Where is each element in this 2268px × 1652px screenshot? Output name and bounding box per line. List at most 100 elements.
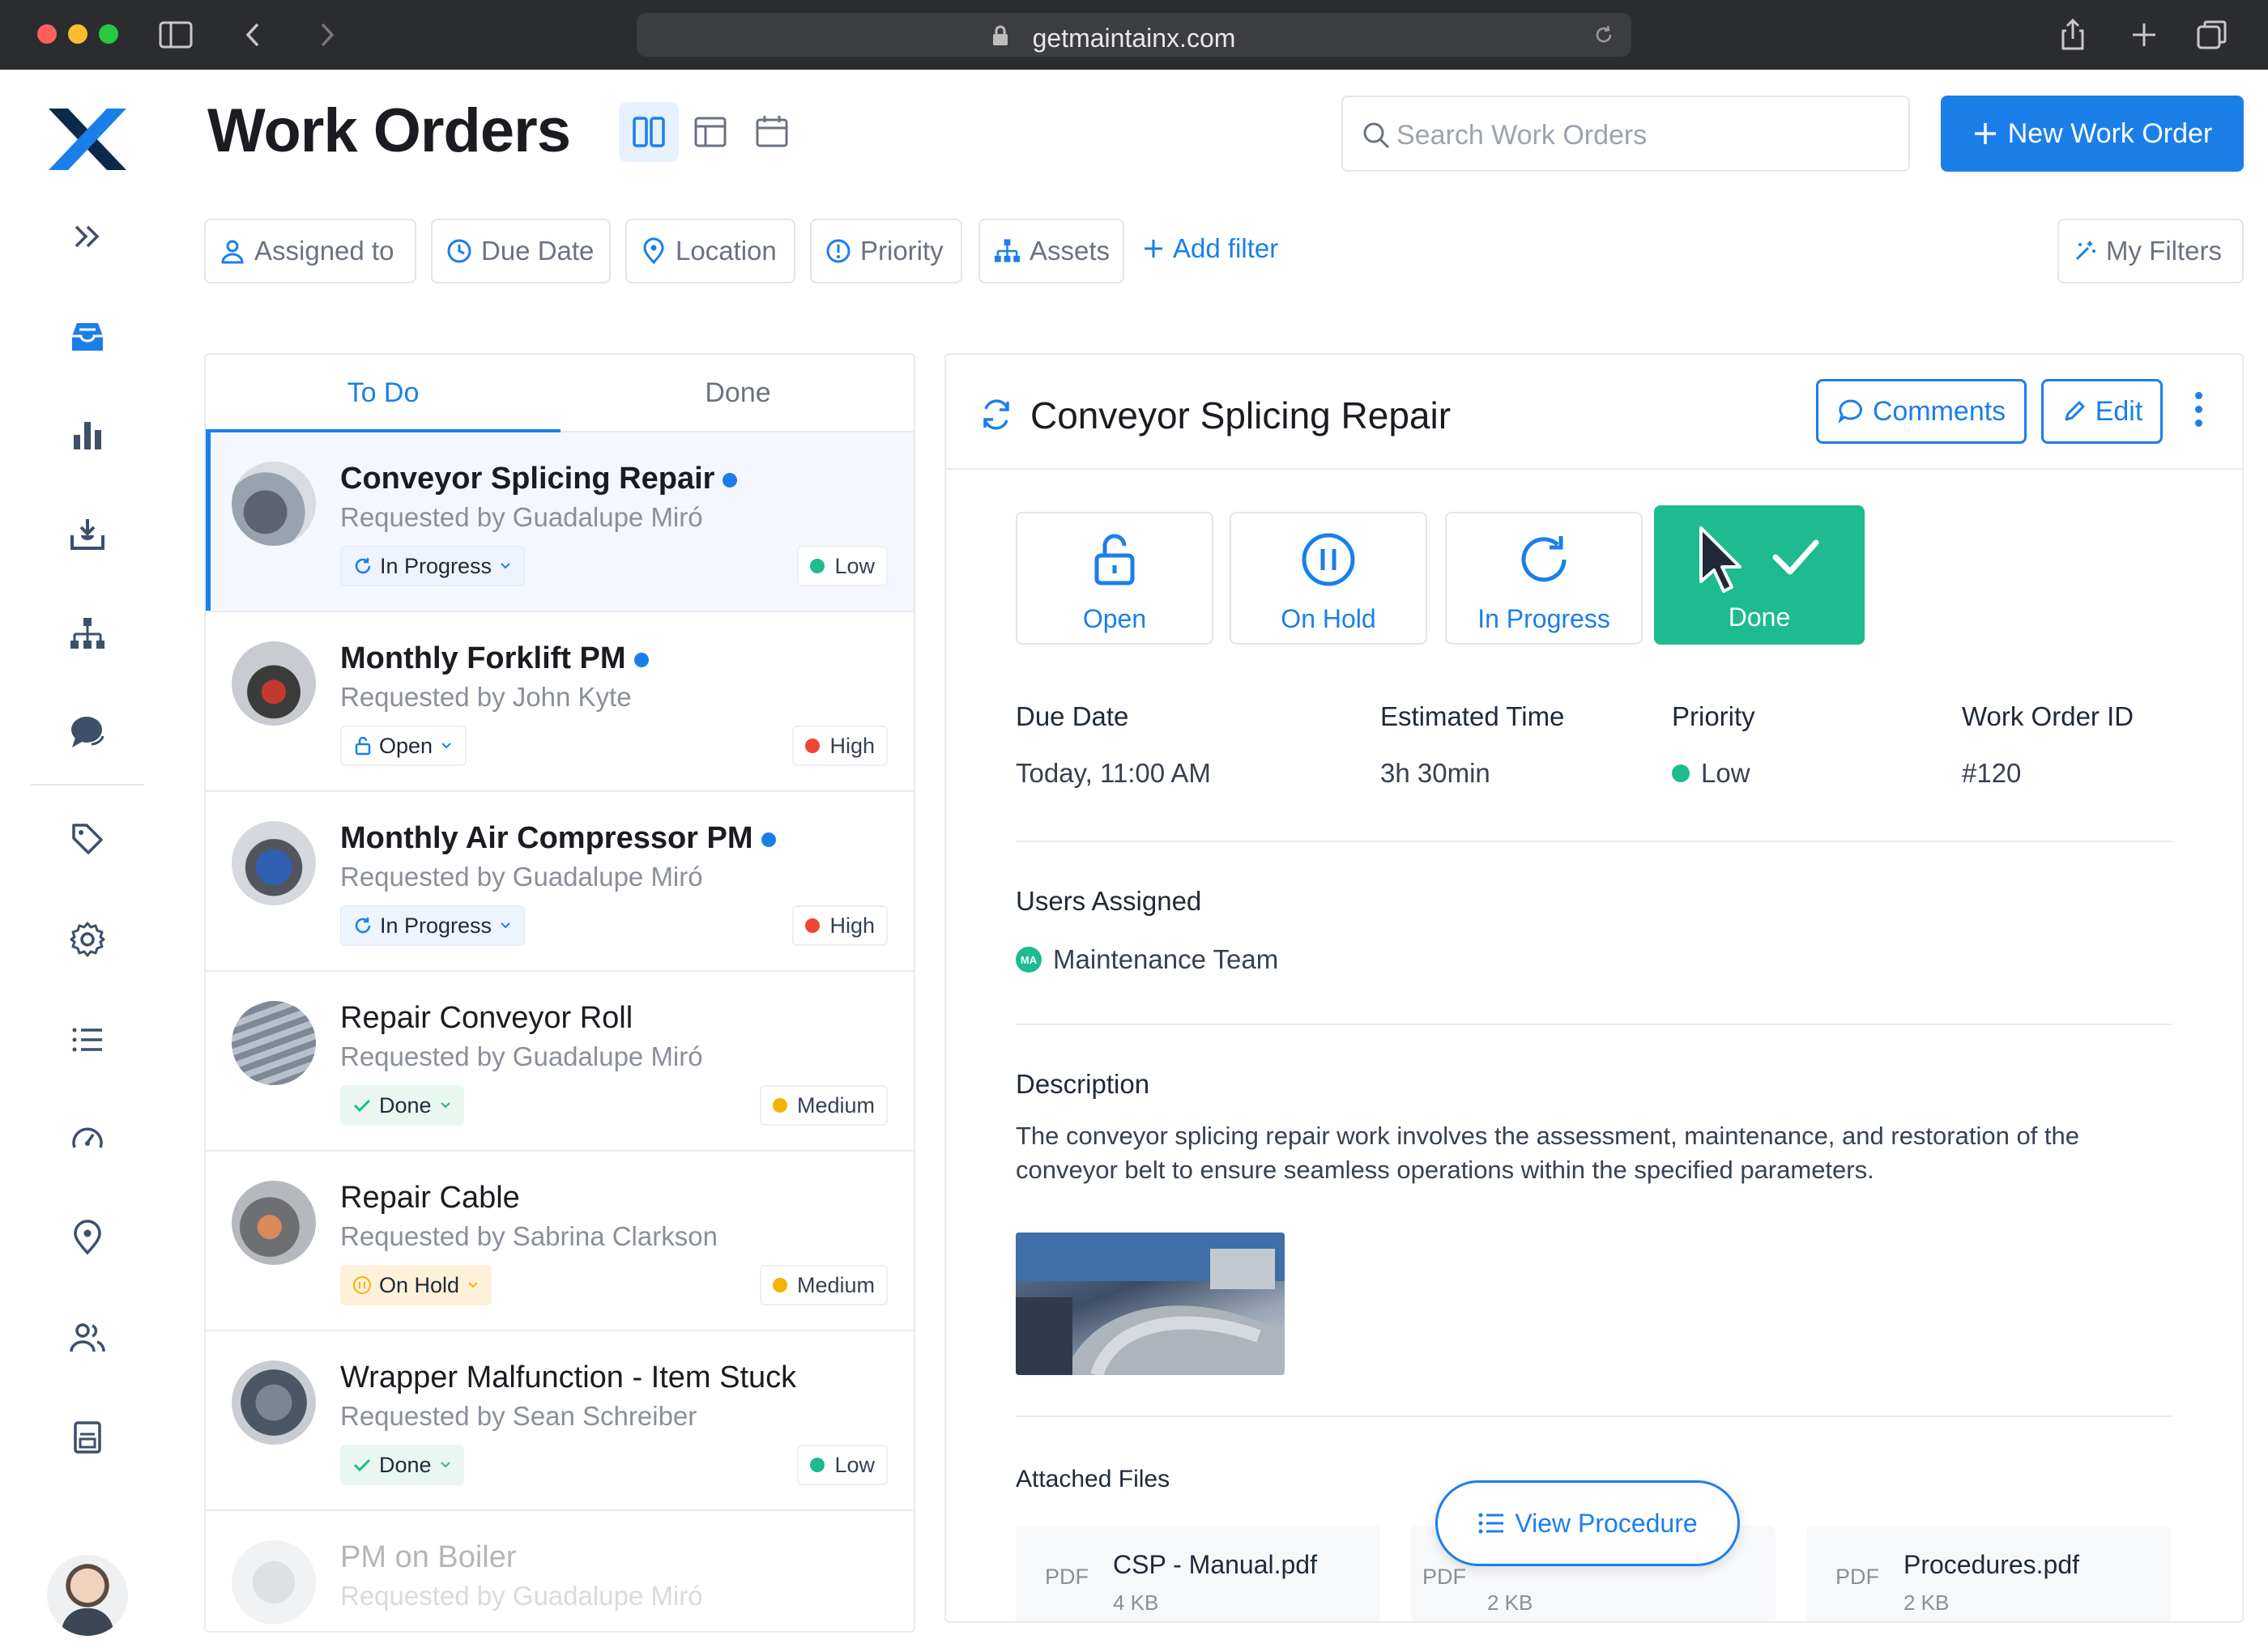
list-icon — [1478, 1513, 1504, 1534]
address-bar[interactable]: getmaintainx.com — [637, 13, 1631, 57]
plus-icon — [1145, 240, 1162, 258]
status-dropdown[interactable]: On Hold — [340, 1265, 492, 1305]
assets-hierarchy-nav-icon[interactable] — [65, 611, 110, 656]
messages-nav-icon[interactable] — [65, 709, 110, 755]
filter-assets[interactable]: Assets — [978, 219, 1124, 283]
pencil-icon — [2065, 401, 2085, 421]
work-order-requester: Requested by Guadalupe Miró — [340, 502, 703, 532]
minimize-window-button[interactable] — [68, 24, 87, 44]
teams-users-nav-icon[interactable] — [65, 1315, 110, 1360]
priority-badge: Low — [797, 546, 888, 586]
maintainx-logo-icon[interactable] — [47, 107, 128, 172]
list-item[interactable]: Conveyor Splicing Repair Requested by Gu… — [206, 432, 914, 612]
comment-icon — [1838, 399, 1862, 424]
forward-icon[interactable] — [308, 16, 345, 53]
unread-dot — [723, 472, 738, 488]
priority-value: Low — [1672, 758, 1750, 789]
work-order-requester: Requested by Sean Schreiber — [340, 1401, 697, 1431]
table-view-icon[interactable] — [680, 102, 740, 162]
my-filters-button[interactable]: My Filters — [2057, 219, 2244, 283]
work-order-title: PM on Boiler — [340, 1540, 517, 1574]
status-done-button[interactable]: Done — [1654, 505, 1865, 645]
board-view-icon[interactable] — [619, 102, 679, 162]
priority-label: Priority — [1672, 701, 1755, 731]
filter-due-date[interactable]: Due Date — [431, 219, 611, 283]
work-order-list: To Do Done Conveyor Splicing Repair Requ… — [204, 353, 915, 1633]
file-card[interactable]: PDF Procedures.pdf 2 KB — [1806, 1526, 2171, 1621]
file-card[interactable]: PDF CSP - Manual.pdf 4 KB — [1016, 1526, 1380, 1621]
list-item[interactable]: Monthly Forklift PM Requested by John Ky… — [206, 612, 914, 792]
work-order-requester: Requested by Sabrina Clarkson — [340, 1221, 718, 1251]
priority-dot — [805, 739, 821, 753]
work-order-requester: Requested by Guadalupe Miró — [340, 1041, 703, 1071]
chevron-down-icon — [468, 1282, 478, 1288]
meters-gauge-nav-icon[interactable] — [65, 1116, 110, 1161]
add-filter-button[interactable]: Add filter — [1142, 233, 1278, 264]
priority-badge: High — [792, 905, 888, 946]
filter-assigned-to[interactable]: Assigned to — [204, 219, 416, 283]
tag-nav-icon[interactable] — [65, 816, 110, 862]
expand-sidebar-icon[interactable] — [65, 214, 110, 259]
status-open-button[interactable]: Open — [1016, 512, 1213, 645]
status-label: Done — [379, 1452, 432, 1477]
user-avatar[interactable] — [47, 1555, 128, 1636]
settings-gear-nav-icon[interactable] — [65, 917, 110, 962]
filter-location[interactable]: Location — [625, 219, 795, 283]
work-order-title: Conveyor Splicing Repair — [340, 462, 738, 496]
procedures-list-nav-icon[interactable] — [65, 1017, 110, 1062]
back-icon[interactable] — [235, 16, 272, 53]
assets-hierarchy-icon — [994, 239, 1021, 262]
reload-icon[interactable] — [1592, 23, 1615, 50]
detail-header: Conveyor Splicing Repair Comments Edit — [946, 355, 2242, 470]
tab-done[interactable]: Done — [561, 377, 914, 409]
calendar-view-icon[interactable] — [742, 102, 802, 162]
work-order-title: Wrapper Malfunction - Item Stuck — [340, 1360, 797, 1394]
work-orders-nav-icon[interactable] — [65, 314, 110, 360]
list-item[interactable]: Repair Cable Requested by Sabrina Clarks… — [206, 1152, 914, 1331]
close-window-button[interactable] — [37, 24, 57, 44]
reporting-nav-icon[interactable] — [65, 413, 110, 458]
status-dropdown[interactable]: In Progress — [340, 546, 526, 586]
edit-button[interactable]: Edit — [2041, 379, 2163, 444]
sidebar-toggle-icon[interactable] — [157, 16, 194, 53]
status-in-progress-label: In Progress — [1477, 604, 1610, 633]
unread-dot — [633, 652, 649, 667]
more-options-icon[interactable] — [2190, 392, 2206, 434]
requests-inbox-nav-icon[interactable] — [65, 512, 110, 557]
status-dropdown[interactable]: Done — [340, 1445, 464, 1485]
list-item[interactable]: Monthly Air Compressor PM Requested by G… — [206, 792, 914, 972]
description-image[interactable] — [1016, 1233, 1285, 1375]
work-order-title: Monthly Forklift PM — [340, 641, 649, 676]
add-filter-label: Add filter — [1173, 233, 1279, 263]
locations-pin-nav-icon[interactable] — [65, 1215, 110, 1260]
share-icon[interactable] — [2054, 16, 2091, 53]
list-item[interactable]: Repair Conveyor Roll Requested by Guadal… — [206, 972, 914, 1152]
priority-dot — [772, 1098, 787, 1113]
view-procedure-label: View Procedure — [1515, 1508, 1698, 1538]
new-tab-icon[interactable] — [2125, 16, 2163, 53]
status-dropdown[interactable]: In Progress — [340, 905, 526, 946]
comments-button[interactable]: Comments — [1816, 379, 2027, 444]
due-date-value: Today, 11:00 AM — [1016, 758, 1211, 788]
tab-overview-icon[interactable] — [2193, 16, 2231, 53]
list-item[interactable]: PM on Boiler Requested by Guadalupe Miró — [206, 1511, 914, 1631]
vendors-nav-icon[interactable] — [65, 1414, 110, 1459]
list-item[interactable]: Wrapper Malfunction - Item Stuck Request… — [206, 1331, 914, 1511]
status-on-hold-button[interactable]: On Hold — [1230, 512, 1427, 645]
search-input[interactable]: Search Work Orders — [1341, 96, 1910, 172]
zoom-window-button[interactable] — [99, 24, 118, 44]
view-procedure-button[interactable]: View Procedure — [1435, 1480, 1740, 1566]
new-work-order-button[interactable]: New Work Order — [1941, 96, 2244, 172]
filter-priority[interactable]: Priority — [810, 219, 962, 283]
assigned-team[interactable]: MA Maintenance Team — [1016, 944, 1278, 975]
sidebar — [0, 70, 175, 1652]
status-label: In Progress — [380, 913, 492, 938]
tab-to-do[interactable]: To Do — [206, 377, 561, 409]
search-icon — [1363, 122, 1390, 149]
file-name: Procedures.pdf — [1904, 1550, 2080, 1579]
chevron-down-icon — [501, 563, 510, 569]
status-dropdown[interactable]: Open — [340, 726, 467, 766]
chevron-down-icon — [440, 1102, 450, 1109]
status-in-progress-button[interactable]: In Progress — [1445, 512, 1643, 645]
status-dropdown[interactable]: Done — [340, 1085, 464, 1126]
